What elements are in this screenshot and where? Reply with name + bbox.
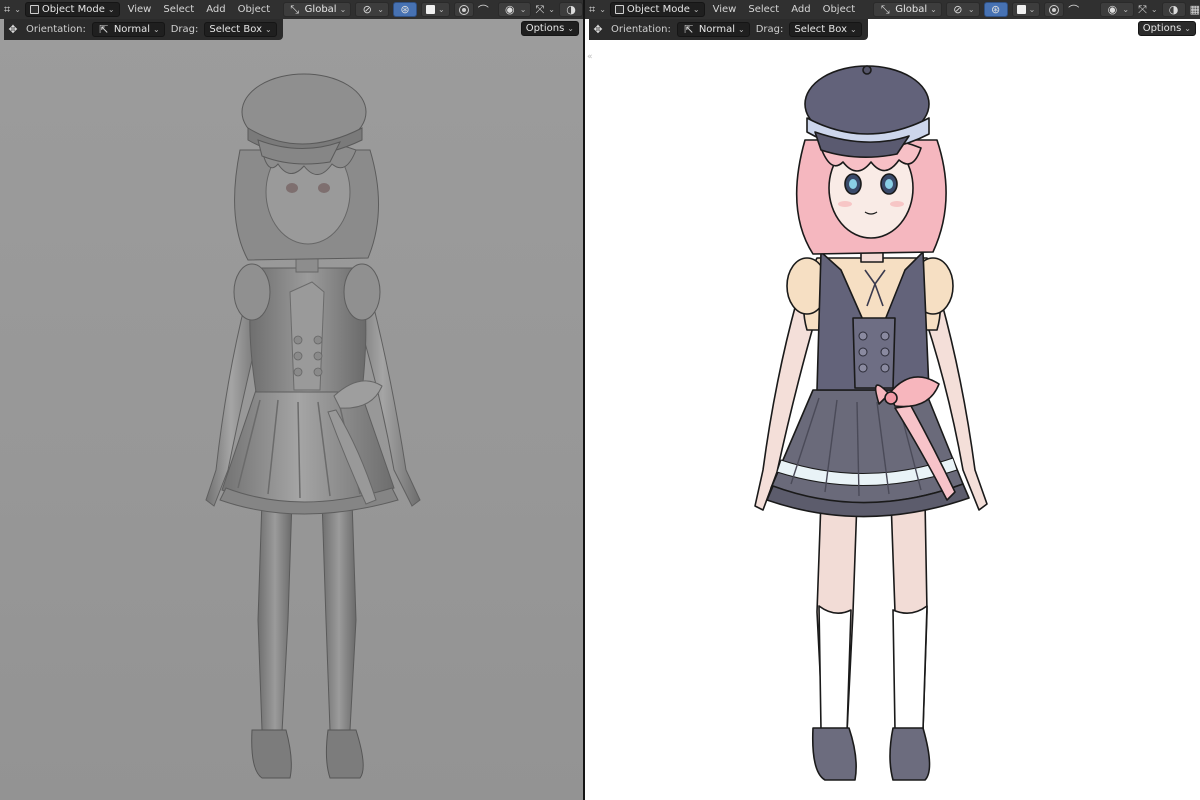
character-model-solid[interactable] [0,0,583,800]
character-model-toon[interactable] [585,0,1200,800]
viewport-solid[interactable]: ⌗ ⌄ Object Mode ⌄ View Select Add Object… [0,0,583,800]
viewport-toon[interactable]: ⌗ ⌄ Object Mode ⌄ View Select Add Object… [585,0,1200,800]
